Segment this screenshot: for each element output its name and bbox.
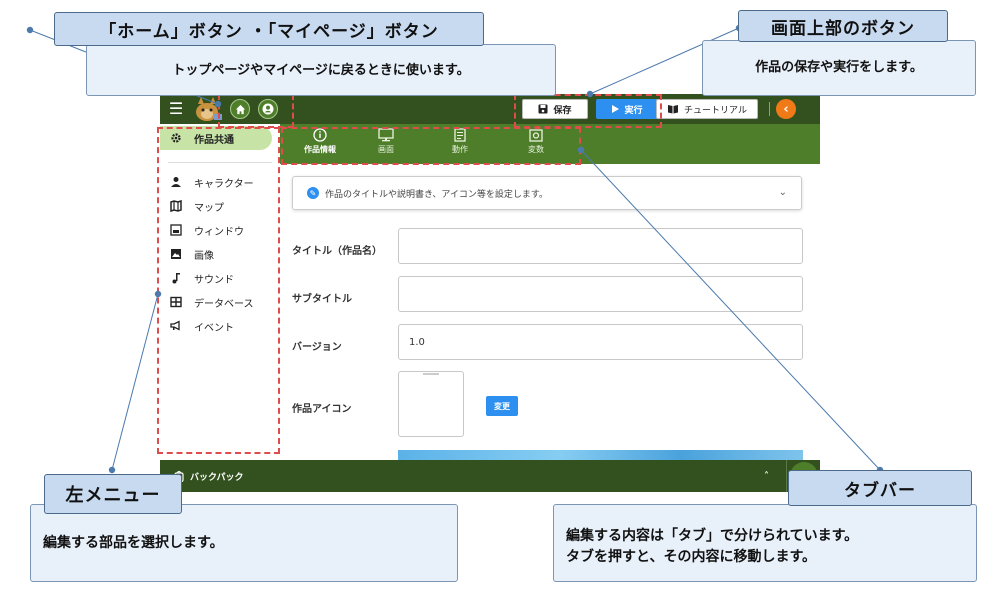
highlight-home-mypage — [218, 94, 294, 128]
highlight-left-menu — [157, 127, 280, 454]
title-label: タイトル（作品名） — [292, 246, 382, 257]
callout-home-mypage-description: トップページやマイページに戻るときに使います。 — [86, 44, 556, 96]
version-label: バージョン — [292, 342, 342, 353]
backpack-divider — [786, 460, 787, 492]
chevron-left-icon: ‹ — [783, 101, 789, 117]
callout-home-mypage-title: 「ホーム」ボタン ・「マイページ」ボタン — [54, 12, 484, 46]
icon-label: 作品アイコン — [292, 404, 352, 415]
backpack-bar[interactable]: バックパック ˄ — [160, 460, 820, 492]
highlight-top-buttons — [514, 94, 662, 128]
collapse-button[interactable]: ‹ — [776, 99, 796, 119]
callout-left-menu-description: 編集する部品を選択します。 — [30, 504, 458, 582]
highlight-tabbar — [281, 127, 581, 165]
pencil-icon: ✎ — [307, 187, 319, 199]
callout-top-buttons-title: 画面上部のボタン — [738, 10, 948, 42]
callout-tabbar-description-line1: 編集する内容は「タブ」で分けられています。 — [566, 528, 859, 544]
info-text: 作品のタイトルや説明書き、アイコン等を設定します。 — [325, 189, 549, 200]
tutorial-button-label: チュートリアル — [684, 105, 747, 116]
backpack-label: バックパック — [190, 472, 244, 483]
change-icon-button[interactable]: 変更 — [486, 396, 518, 416]
work-icon-preview — [398, 371, 464, 437]
main-panel: ✎ 作品のタイトルや説明書き、アイコン等を設定します。 ⌄ タイトル（作品名） … — [280, 164, 820, 460]
info-expander[interactable]: ✎ 作品のタイトルや説明書き、アイコン等を設定します。 ⌄ — [292, 176, 802, 210]
topbar-divider — [769, 102, 770, 116]
callout-tabbar-description-line2: タブを押すと、その内容に移動します。 — [566, 549, 817, 565]
subtitle-label: サブタイトル — [292, 294, 352, 305]
callout-top-buttons-description: 作品の保存や実行をします。 — [702, 40, 976, 96]
callout-tabbar-description: 編集する内容は「タブ」で分けられています。 タブを押すと、その内容に移動します。 — [553, 504, 977, 582]
subtitle-input[interactable] — [398, 276, 803, 312]
chevron-up-icon: ˄ — [764, 471, 769, 482]
hamburger-menu-icon[interactable]: ☰ — [166, 99, 186, 119]
annotated-screenshot: ☰ 保存 実行 チュートリアル ‹ 作品情報 画面 動作 変数 作品共通 キャラ… — [0, 0, 1000, 600]
tutorial-button[interactable]: チュートリアル — [656, 99, 758, 119]
version-input[interactable]: 1.0 — [398, 324, 803, 360]
callout-left-menu-title: 左メニュー — [44, 474, 182, 514]
icon-box-notch — [423, 373, 439, 375]
chevron-down-icon: ⌄ — [778, 187, 787, 198]
callout-tabbar-title: タブバー — [788, 470, 972, 506]
title-input[interactable] — [398, 228, 803, 264]
book-icon — [668, 105, 679, 114]
preview-image-strip — [398, 450, 803, 460]
